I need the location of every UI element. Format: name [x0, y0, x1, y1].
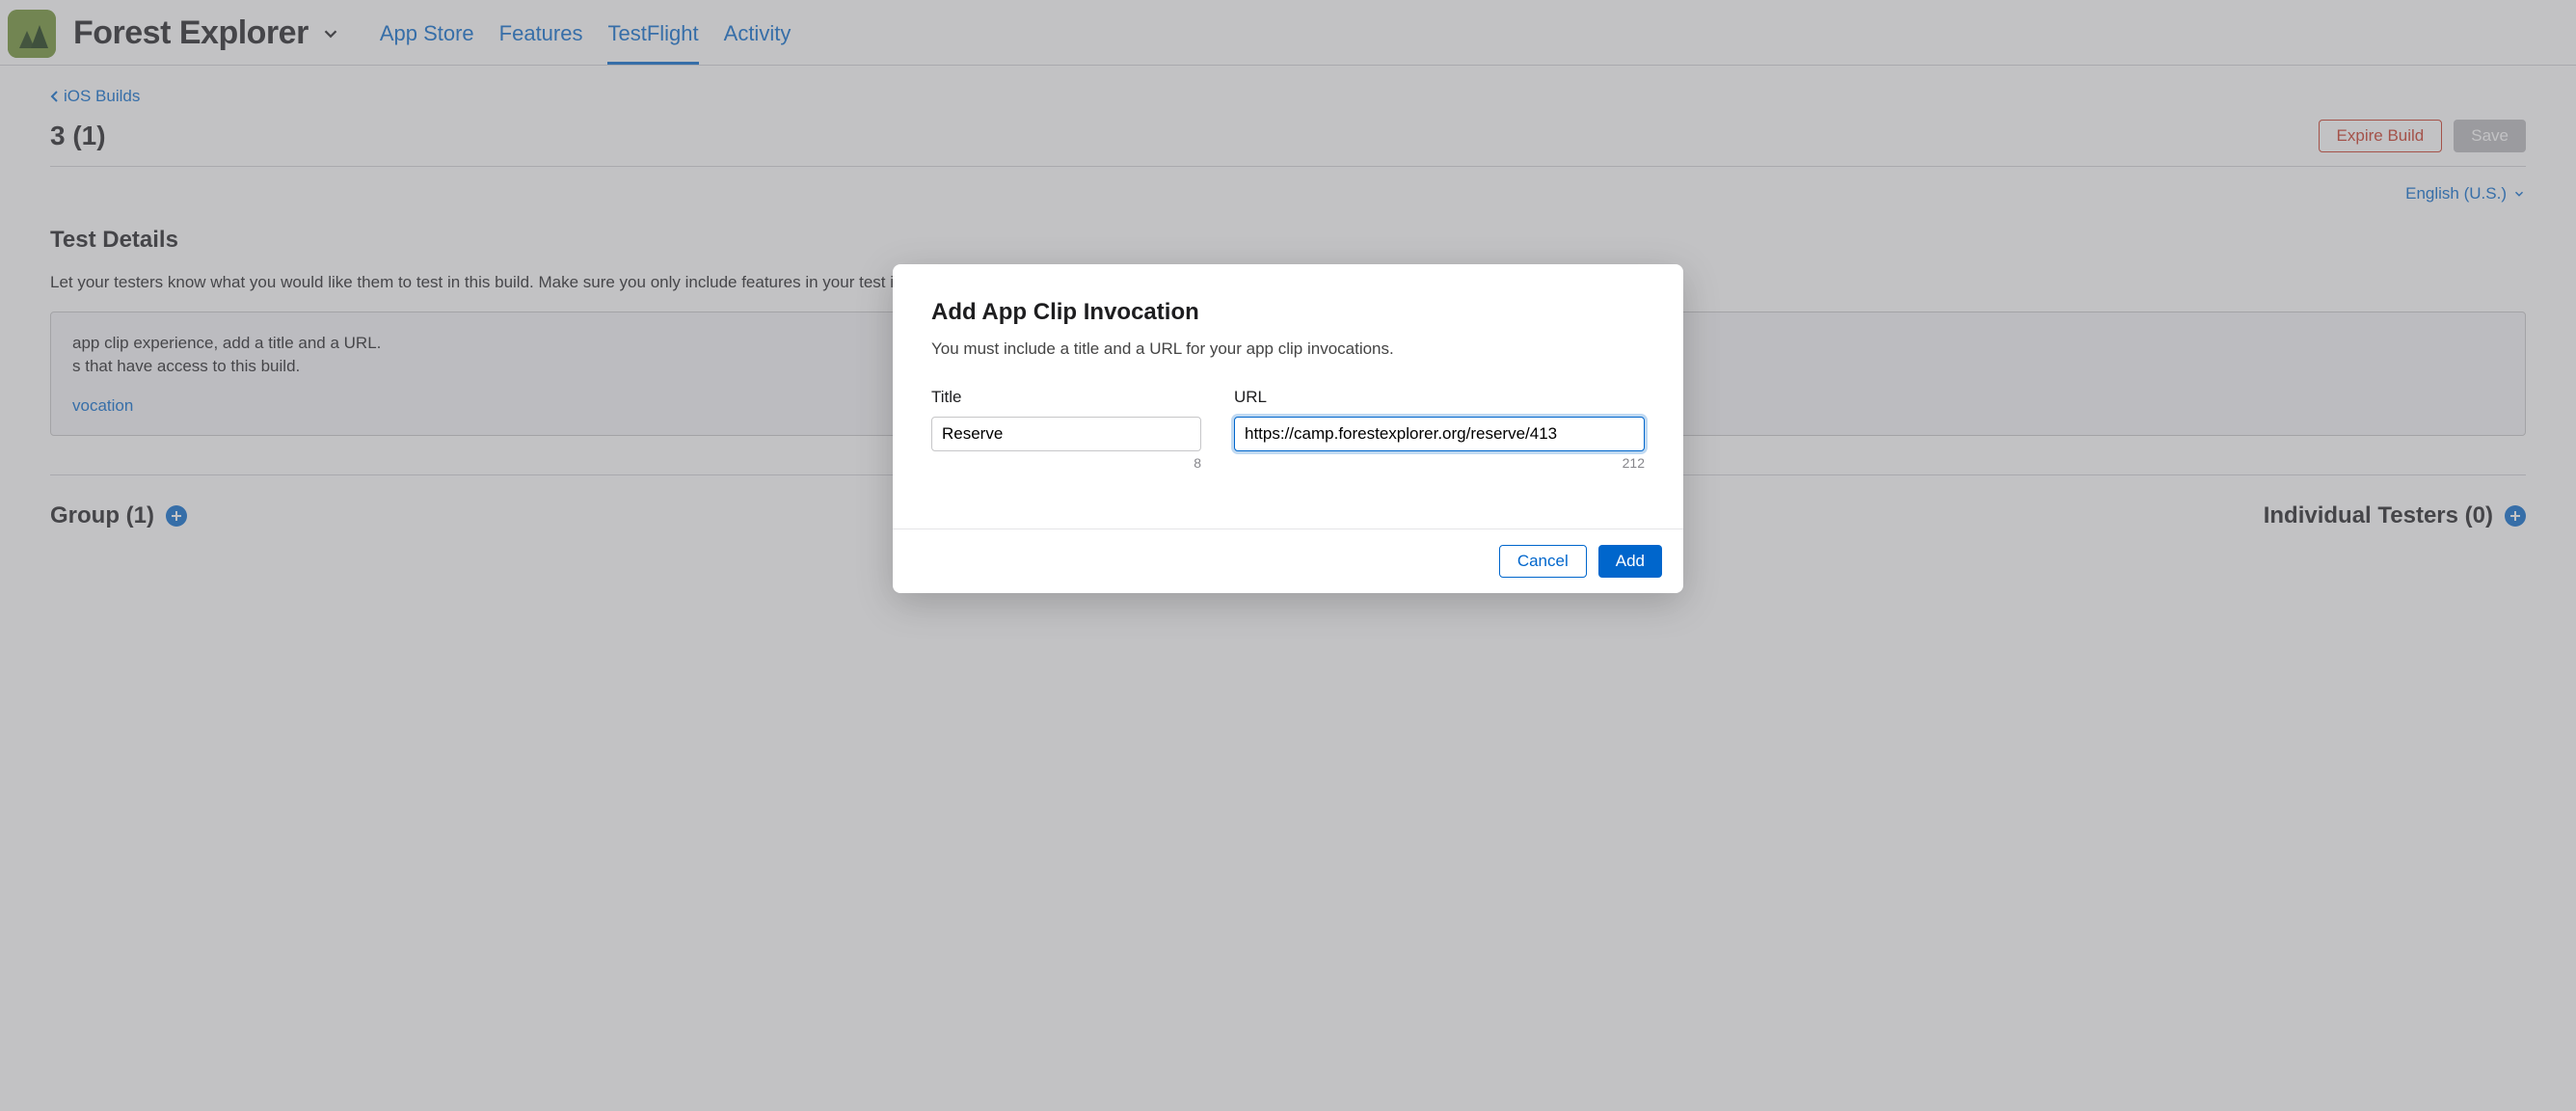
- modal-desc: You must include a title and a URL for y…: [931, 339, 1645, 359]
- title-field-label: Title: [931, 388, 1201, 407]
- url-field-label: URL: [1234, 388, 1645, 407]
- url-input[interactable]: [1234, 417, 1645, 451]
- modal-form: Title 8 URL 212: [931, 388, 1645, 471]
- cancel-button[interactable]: Cancel: [1499, 545, 1587, 578]
- title-input[interactable]: [931, 417, 1201, 451]
- modal-body: Add App Clip Invocation You must include…: [893, 264, 1683, 528]
- modal-title: Add App Clip Invocation: [931, 299, 1645, 326]
- add-button[interactable]: Add: [1598, 545, 1662, 578]
- modal-overlay[interactable]: Add App Clip Invocation You must include…: [0, 0, 2576, 1111]
- add-invocation-modal: Add App Clip Invocation You must include…: [893, 264, 1683, 593]
- title-field-group: Title 8: [931, 388, 1201, 471]
- title-counter: 8: [931, 455, 1201, 471]
- url-field-group: URL 212: [1234, 388, 1645, 471]
- modal-footer: Cancel Add: [893, 528, 1683, 593]
- url-counter: 212: [1234, 455, 1645, 471]
